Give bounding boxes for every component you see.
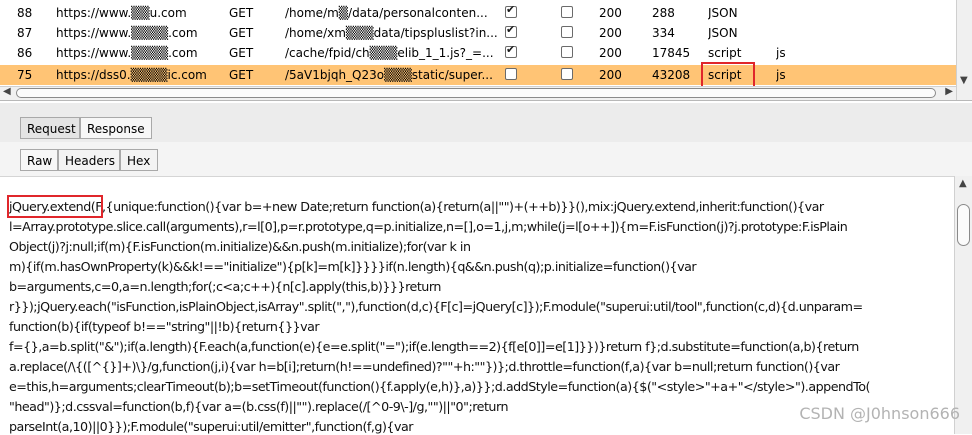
- row-status: 200: [599, 46, 622, 60]
- body-line: f={},a=b.split("&");if(a.length){F.each(…: [9, 339, 859, 354]
- edited-checkbox[interactable]: [561, 68, 573, 80]
- tab-request[interactable]: Request: [20, 117, 80, 139]
- highlight-box-jquery-extend: [7, 195, 103, 218]
- row-length: 17845: [652, 46, 691, 60]
- body-line: e=this,h=arguments;clearTimeout(b);b=set…: [9, 379, 870, 394]
- horizontal-scrollbar[interactable]: ◀ ▶: [0, 86, 957, 100]
- row-length: 334: [652, 26, 675, 40]
- row-method: GET: [229, 68, 254, 82]
- body-line: l=Array.prototype.slice.call(arguments),…: [9, 219, 848, 234]
- table-row-selected[interactable]: 75 https://dss0.▒▒▒▒ic.com GET /5aV1bjqh…: [0, 65, 957, 85]
- row-number: 88: [17, 6, 33, 20]
- row-url: /cache/fpid/ch▒▒▒elib_1_1.js?_=...: [285, 46, 494, 60]
- edited-checkbox[interactable]: [561, 26, 573, 38]
- params-checkbox[interactable]: [505, 68, 517, 80]
- row-status: 200: [599, 26, 622, 40]
- row-url: /home/m▒/data/personalconten...: [285, 6, 488, 20]
- row-extension: js: [776, 68, 786, 82]
- http-history-table: 88 https://www.▒▒u.com GET /home/m▒/data…: [0, 0, 972, 101]
- tab-response[interactable]: Response: [80, 117, 152, 139]
- scroll-down-icon[interactable]: ▼: [960, 75, 968, 86]
- row-length: 43208: [652, 68, 691, 82]
- row-method: GET: [229, 26, 254, 40]
- edited-checkbox[interactable]: [561, 6, 573, 18]
- row-mime: JSON: [708, 26, 738, 40]
- row-length: 288: [652, 6, 675, 20]
- message-tabbar: Request Response: [0, 103, 972, 143]
- body-line: "head")};d.cssval=function(b,f){var a=(b…: [9, 399, 509, 414]
- scroll-left-icon[interactable]: ◀: [3, 86, 11, 97]
- row-status: 200: [599, 68, 622, 82]
- tab-headers[interactable]: Headers: [58, 149, 120, 171]
- row-mime: script: [708, 46, 742, 60]
- row-status: 200: [599, 6, 622, 20]
- row-extension: [776, 23, 806, 43]
- body-line: a.replace(/\{([^{}]+)\}/g,function(j,i){…: [9, 359, 840, 374]
- watermark: CSDN @J0hnson666: [799, 404, 960, 423]
- row-host: https://www.▒▒▒▒.com: [56, 46, 198, 60]
- row-number: 87: [17, 26, 33, 40]
- row-extension: [776, 3, 806, 23]
- row-mime: JSON: [708, 6, 738, 20]
- response-body[interactable]: jQuery.extend(F,{unique:function(){var b…: [0, 176, 955, 435]
- row-url: /home/xm▒▒▒data/tipspluslist?in...: [285, 26, 497, 40]
- row-number: 75: [17, 68, 33, 82]
- row-host: https://www.▒▒▒▒.com: [56, 26, 198, 40]
- body-vertical-scrollbar[interactable]: ▲: [954, 176, 972, 434]
- body-line: jQuery.extend(F,{unique:function(){var b…: [9, 199, 824, 214]
- row-url: /5aV1bjqh_Q23o▒▒▒static/super...: [285, 68, 493, 82]
- body-line: r}});jQuery.each("isFunction,isPlainObje…: [9, 299, 863, 314]
- body-line: m){if(m.hasOwnProperty(k)&&k!=="initiali…: [9, 259, 697, 274]
- table-row[interactable]: 86 https://www.▒▒▒▒.com GET /cache/fpid/…: [0, 43, 957, 63]
- params-checkbox[interactable]: [505, 3, 517, 18]
- row-method: GET: [229, 6, 254, 20]
- scroll-up-icon[interactable]: ▲: [959, 178, 967, 189]
- body-line: Object(j)?j:null;if(m){F.isFunction(m.in…: [9, 239, 471, 254]
- tab-hex[interactable]: Hex: [120, 149, 158, 171]
- table-row[interactable]: 87 https://www.▒▒▒▒.com GET /home/xm▒▒▒d…: [0, 23, 957, 43]
- tab-raw[interactable]: Raw: [20, 149, 58, 171]
- body-line: b=arguments,c=0,a=n.length;for(;c<a;c++)…: [9, 279, 441, 294]
- params-checkbox[interactable]: [505, 23, 517, 38]
- scrollbar-thumb[interactable]: [957, 204, 970, 246]
- params-checkbox[interactable]: [505, 43, 517, 58]
- edited-checkbox[interactable]: [561, 46, 573, 58]
- row-number: 86: [17, 46, 33, 60]
- scroll-right-icon[interactable]: ▶: [945, 86, 953, 97]
- row-extension: js: [776, 46, 786, 60]
- body-line: parseInt(a,10)||0}});F.module("superui:u…: [9, 419, 413, 434]
- row-method: GET: [229, 46, 254, 60]
- scrollbar-thumb[interactable]: [16, 88, 936, 98]
- row-host: https://www.▒▒u.com: [56, 6, 187, 20]
- table-row[interactable]: 88 https://www.▒▒u.com GET /home/m▒/data…: [0, 3, 957, 23]
- row-host: https://dss0.▒▒▒▒ic.com: [56, 68, 207, 82]
- view-tabbar: Raw Headers Hex: [0, 142, 972, 176]
- vertical-scrollbar[interactable]: ▼: [956, 0, 972, 100]
- body-line: function(b){if(typeof b!=="string"||!b){…: [9, 319, 320, 334]
